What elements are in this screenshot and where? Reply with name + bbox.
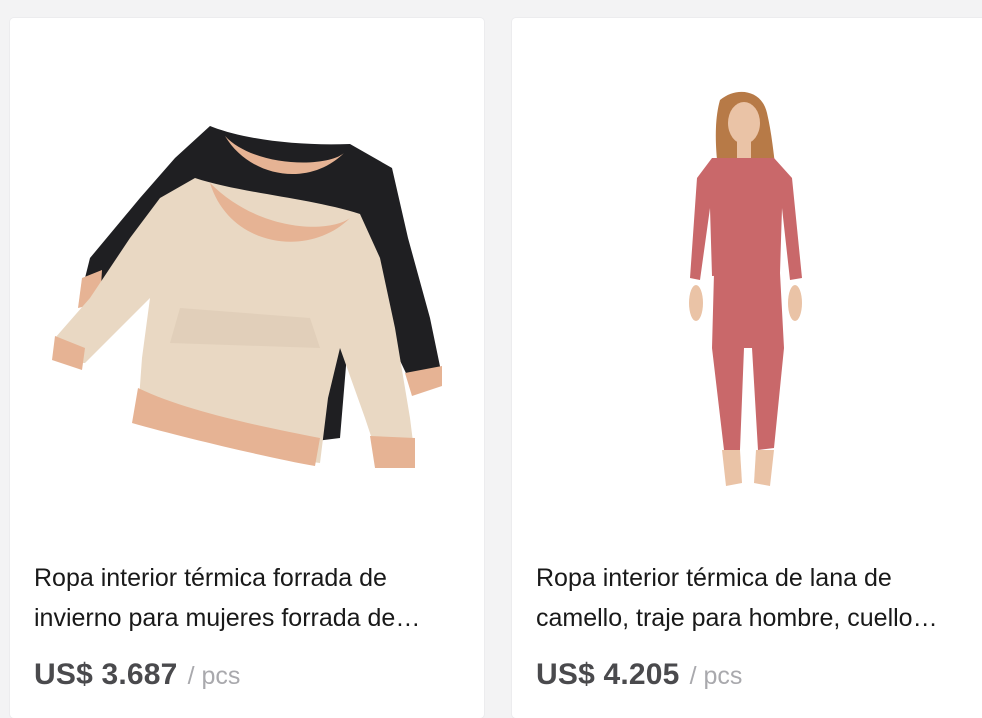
product-title[interactable]: Ropa interior térmica de lana de camello… — [536, 558, 956, 638]
price-unit: / pcs — [689, 662, 743, 690]
product-price: US$ 3.687 — [34, 658, 178, 691]
thermal-top-image — [52, 126, 442, 468]
price-row: US$ 3.687 / pcs — [34, 658, 240, 692]
product-image[interactable] — [512, 18, 982, 548]
product-price: US$ 4.205 — [536, 658, 680, 691]
price-unit: / pcs — [187, 662, 241, 690]
thermal-set-model-image — [689, 91, 802, 486]
product-image[interactable] — [10, 18, 484, 548]
product-title[interactable]: Ropa interior térmica forrada de inviern… — [34, 558, 454, 638]
product-card[interactable]: Ropa interior térmica de lana de camello… — [512, 18, 982, 718]
product-card[interactable]: Ropa interior térmica forrada de inviern… — [10, 18, 484, 718]
price-row: US$ 4.205 / pcs — [536, 658, 742, 692]
